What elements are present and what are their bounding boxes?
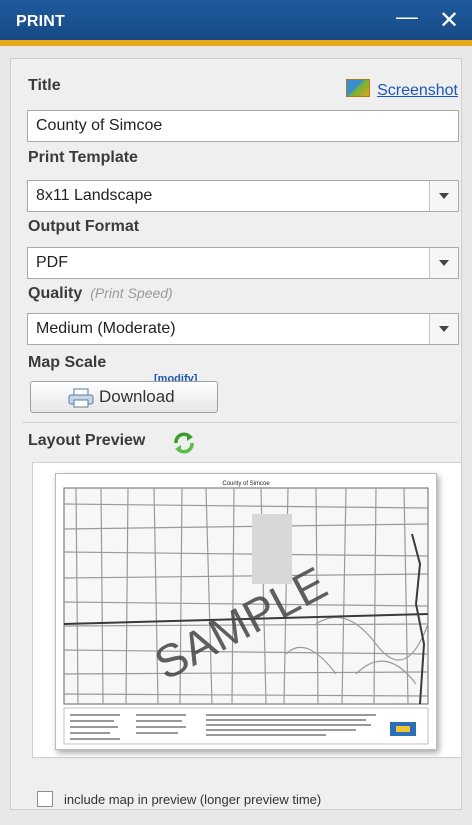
chevron-down-icon[interactable] xyxy=(429,181,458,211)
layout-preview-image: County of Simcoe SAMPLE xyxy=(55,473,437,750)
map-scale-label: Map Scale xyxy=(28,354,107,371)
screenshot-icon[interactable] xyxy=(346,79,371,97)
print-template-value: 8x11 Landscape xyxy=(36,187,153,204)
map-title: County of Simcoe xyxy=(222,481,270,487)
quality-value: Medium (Moderate) xyxy=(36,320,176,337)
include-map-label: include map in preview (longer preview t… xyxy=(64,792,322,807)
quality-select[interactable]: Medium (Moderate) xyxy=(27,313,459,345)
layout-preview-frame: County of Simcoe SAMPLE xyxy=(32,462,462,758)
quality-label: Quality (Print Speed) xyxy=(28,285,173,303)
output-format-select[interactable]: PDF xyxy=(27,247,459,279)
layout-preview-label: Layout Preview xyxy=(28,432,146,449)
title-input[interactable] xyxy=(27,110,459,142)
output-format-label: Output Format xyxy=(28,218,140,235)
screenshot-link[interactable]: Screenshot xyxy=(377,82,458,99)
print-template-label: Print Template xyxy=(28,149,138,166)
screenshot-link-group[interactable]: Screenshot xyxy=(346,79,458,100)
quality-label-text: Quality xyxy=(28,285,83,302)
window-title: PRINT xyxy=(16,13,65,30)
download-button[interactable]: Download xyxy=(30,381,218,413)
chevron-down-icon[interactable] xyxy=(429,314,458,344)
section-divider xyxy=(22,422,458,423)
include-map-checkbox[interactable] xyxy=(37,791,53,807)
close-icon[interactable]: ✕ xyxy=(432,8,466,34)
refresh-icon[interactable] xyxy=(172,432,196,454)
printer-icon xyxy=(68,388,94,408)
download-label: Download xyxy=(99,387,175,406)
window-titlebar: PRINT — ✕ xyxy=(0,0,472,46)
quality-hint: (Print Speed) xyxy=(90,285,173,301)
chevron-down-icon[interactable] xyxy=(429,248,458,278)
print-template-select[interactable]: 8x11 Landscape xyxy=(27,180,459,212)
title-label: Title xyxy=(28,77,61,94)
output-format-value: PDF xyxy=(36,254,68,271)
minimize-icon[interactable]: — xyxy=(390,4,424,30)
